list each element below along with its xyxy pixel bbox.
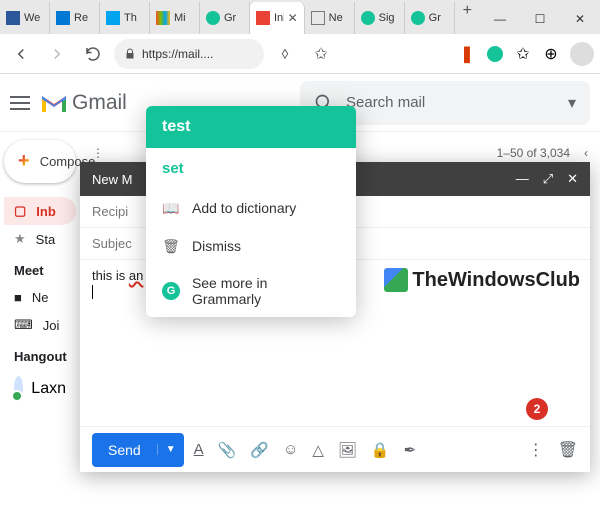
compose-minimize-button[interactable]: — (516, 171, 529, 187)
user-avatar (14, 376, 23, 402)
url-text: https://mail.... (142, 47, 213, 61)
drive-icon[interactable]: △ (312, 441, 324, 459)
dictionary-icon: 📖 (162, 199, 180, 217)
discard-button[interactable]: 🗑 (558, 440, 578, 460)
search-placeholder: Search mail (346, 94, 425, 111)
favorites-icon[interactable]: ✩ (514, 45, 532, 63)
compose-expand-button[interactable]: ⤢ (543, 171, 553, 187)
format-icon[interactable]: A (194, 441, 204, 459)
sidebar-item-inbox[interactable]: ▢Inb (4, 197, 76, 225)
search-options-button[interactable]: ▾ (568, 93, 576, 113)
pen-icon[interactable]: ✒ (404, 441, 417, 459)
office-extension-icon[interactable]: ❚ (458, 45, 476, 63)
add-to-dictionary-button[interactable]: 📖 Add to dictionary (146, 189, 356, 227)
close-button[interactable]: ✕ (560, 4, 600, 34)
browser-tab[interactable]: Gr (405, 2, 455, 34)
window-controls: — ☐ ✕ (480, 4, 600, 34)
close-icon[interactable]: ✕ (288, 11, 298, 25)
browser-tab[interactable]: Th (100, 2, 150, 34)
browser-titlebar: We Re Th Mi Gr Inb✕ Ne Sig Gr + — ☐ ✕ (0, 0, 600, 34)
grammarly-extension-icon[interactable] (486, 45, 504, 63)
compose-close-button[interactable]: ✕ (567, 171, 578, 187)
grammarly-correction[interactable]: test (146, 106, 356, 148)
lock-icon (124, 48, 136, 60)
user-name: Laxn (31, 380, 66, 398)
image-icon[interactable]: 🖼 (338, 441, 357, 459)
prev-page-button[interactable]: ‹ (584, 146, 588, 160)
dismiss-icon: 🗑 (162, 237, 180, 255)
sidebar-item-starred[interactable]: ★Sta (4, 225, 76, 253)
favorite-button[interactable]: ✩ (306, 39, 336, 69)
watermark: TheWindowsClub (384, 268, 580, 292)
address-bar[interactable]: https://mail.... (114, 39, 264, 69)
browser-tab[interactable]: Re (50, 2, 100, 34)
compose-title: New M (92, 172, 132, 187)
browser-tab[interactable]: Ne (305, 2, 355, 34)
maximize-button[interactable]: ☐ (520, 4, 560, 34)
meet-join-meeting[interactable]: ⌨Joi (4, 311, 76, 339)
browser-tab[interactable]: Mi (150, 2, 200, 34)
new-tab-button[interactable]: + (455, 2, 480, 34)
hangouts-section-title: Hangout (4, 339, 76, 370)
hangouts-user[interactable]: Laxn (4, 370, 76, 408)
more-actions-button[interactable]: ⋮ (92, 146, 104, 160)
browser-tab[interactable]: Sig (355, 2, 405, 34)
compose-button[interactable]: + Compose (4, 140, 76, 183)
grammarly-icon: G (162, 282, 180, 300)
watermark-icon (384, 268, 408, 292)
plus-icon: + (18, 150, 30, 173)
browser-tab[interactable]: We (0, 2, 50, 34)
video-icon: ■ (14, 290, 22, 305)
emoji-icon[interactable]: ☺ (283, 441, 298, 459)
collections-icon[interactable]: ⊕ (542, 45, 560, 63)
grammarly-popup: test set 📖 Add to dictionary 🗑 Dismiss G… (146, 106, 356, 317)
browser-toolbar: https://mail.... ⬨ ✩ ❚ ✩ ⊕ (0, 34, 600, 74)
inbox-icon: ▢ (14, 203, 26, 219)
browser-tab-active[interactable]: Inb✕ (250, 2, 305, 34)
tab-strip: We Re Th Mi Gr Inb✕ Ne Sig Gr + (0, 2, 480, 34)
gmail-logo[interactable]: Gmail (40, 91, 127, 115)
forward-button[interactable] (42, 39, 72, 69)
grammarly-suggestion[interactable]: set (146, 148, 356, 189)
meet-section-title: Meet (4, 253, 76, 284)
attach-icon[interactable]: 📎 (218, 441, 237, 459)
tracking-icon[interactable]: ⬨ (270, 39, 300, 69)
browser-tab[interactable]: Gr (200, 2, 250, 34)
compose-footer: Send ▼ A 📎 🔗 ☺ △ 🖼 🔒 ✒ ⋮ 🗑 (80, 426, 590, 472)
pagination-text: 1–50 of 3,034 (497, 146, 570, 160)
body-text: this is (92, 268, 129, 283)
dismiss-button[interactable]: 🗑 Dismiss (146, 227, 356, 265)
profile-avatar[interactable] (570, 42, 594, 66)
keyboard-icon: ⌨ (14, 317, 33, 333)
send-button[interactable]: Send ▼ (92, 433, 184, 467)
more-options-button[interactable]: ⋮ (528, 440, 544, 460)
send-options-button[interactable]: ▼ (157, 444, 184, 455)
see-more-button[interactable]: G See more in Grammarly (146, 265, 356, 317)
error-word[interactable]: an (129, 268, 143, 283)
refresh-button[interactable] (78, 39, 108, 69)
gmail-brand-text: Gmail (72, 91, 127, 115)
back-button[interactable] (6, 39, 36, 69)
confidential-icon[interactable]: 🔒 (371, 441, 390, 459)
grammarly-badge[interactable]: 2 (526, 398, 548, 420)
link-icon[interactable]: 🔗 (250, 441, 269, 459)
star-icon: ★ (14, 231, 26, 247)
gmail-icon (40, 92, 68, 114)
meet-new-meeting[interactable]: ■Ne (4, 284, 76, 311)
main-menu-button[interactable] (10, 96, 30, 110)
sidebar: + Compose ▢Inb ★Sta Meet ■Ne ⌨Joi Hangou… (0, 132, 80, 506)
minimize-button[interactable]: — (480, 4, 520, 34)
